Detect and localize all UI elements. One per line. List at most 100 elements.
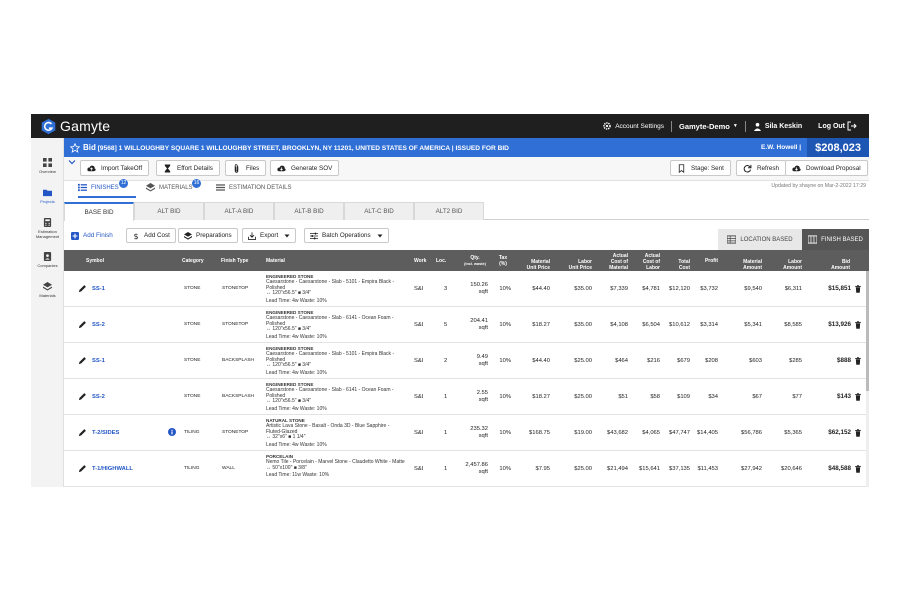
org-selector[interactable]: Gamyte-Demo	[679, 122, 730, 131]
tab-finishes[interactable]: FINISHES 12	[78, 179, 128, 192]
trash-icon[interactable]	[854, 392, 862, 401]
loc-cell: 2	[444, 357, 448, 364]
preparations-button[interactable]: Preparations	[178, 228, 238, 243]
trash-icon[interactable]	[854, 356, 862, 365]
sidebar-item-overview[interactable]: Overview	[31, 158, 64, 174]
tab-materials[interactable]: MATERIALS 16	[146, 179, 201, 192]
actual-cost-material-cell: $7,339	[610, 285, 628, 292]
qty-value: 235.32	[470, 425, 488, 432]
col-bid-amount[interactable]: Bid Amount	[820, 250, 850, 271]
finish-based-label: FINISH BASED	[821, 236, 863, 243]
symbol-link[interactable]: T-2/SIDES	[92, 430, 119, 436]
download-proposal-button[interactable]: Download Proposal	[785, 160, 868, 176]
generate-sov-button[interactable]: Generate SOV	[270, 160, 340, 176]
col-work[interactable]: Work	[414, 250, 434, 271]
sidebar-item-materials[interactable]: Materials	[31, 282, 64, 298]
symbol-cell: SS-1	[78, 343, 178, 378]
pencil-icon[interactable]	[78, 428, 87, 437]
logo[interactable]: Gamyte	[40, 118, 110, 135]
col-labor-unit-price[interactable]: Labor Unit Price	[556, 250, 592, 271]
refresh-button[interactable]: Refresh	[736, 160, 787, 176]
col-category[interactable]: Category	[182, 250, 222, 271]
symbol-link[interactable]: SS-2	[92, 322, 105, 328]
col-loc[interactable]: Loc.	[436, 250, 452, 271]
add-cost-button[interactable]: $ Add Cost	[126, 228, 176, 243]
pencil-icon[interactable]	[78, 284, 87, 293]
bid-amount-cell: $48,588	[810, 451, 862, 486]
col-tax[interactable]: Tax (%)	[493, 250, 513, 271]
pencil-icon[interactable]	[78, 320, 87, 329]
pencil-icon[interactable]	[78, 464, 87, 473]
logout-label: Log Out	[818, 122, 845, 130]
col-actual-cost-labor[interactable]: Actual Cost of Labor	[630, 250, 660, 271]
tab-estimation-details[interactable]: ESTIMATION DETAILS	[216, 183, 291, 192]
col-qty[interactable]: Qty. (incl. waste)	[460, 250, 490, 271]
batch-operations-dropdown[interactable]: Batch Operations	[304, 228, 389, 243]
col-material-amount[interactable]: Material Amount	[728, 250, 762, 271]
account-settings-link[interactable]: Account Settings	[615, 123, 664, 130]
chevron-down-icon[interactable]	[68, 158, 76, 166]
add-finish-button[interactable]: Add Finish	[66, 228, 118, 243]
table-row[interactable]: SS-1 STONE BACKSPLASH ENGINEERED STONE C…	[64, 343, 869, 379]
qty-unit: sqft	[478, 288, 488, 295]
sliders-icon	[310, 232, 318, 239]
info-icon[interactable]	[168, 428, 176, 436]
tab-alt-c-bid[interactable]: ALT-C BID	[344, 202, 414, 220]
labor-amount-cell: $77	[792, 393, 802, 400]
symbol-link[interactable]: SS-2	[92, 394, 105, 400]
files-button[interactable]: Files	[225, 160, 267, 176]
table-row[interactable]: SS-1 STONE STONETOP ENGINEERED STONE Cae…	[64, 271, 869, 307]
col-labor-amount[interactable]: Labor Amount	[770, 250, 802, 271]
work-cell: S&I	[414, 321, 424, 328]
trash-icon[interactable]	[854, 320, 862, 329]
col-finish-type[interactable]: Finish Type	[221, 250, 265, 271]
table-row[interactable]: SS-2 STONE BACKSPLASH ENGINEERED STONE C…	[64, 379, 869, 415]
calculator-icon	[43, 218, 52, 227]
table-row[interactable]: T-2/SIDES TILING STONETOP NATURAL STONE …	[64, 415, 869, 451]
tab-alt-b-bid[interactable]: ALT-B BID	[274, 202, 344, 220]
trash-icon[interactable]	[854, 428, 862, 437]
tab-alt2-bid[interactable]: ALT2 BID	[414, 202, 484, 220]
star-icon[interactable]	[70, 142, 80, 153]
bid-amount-cell: $888	[810, 343, 862, 378]
sidebar-item-companies[interactable]: Companies	[31, 252, 64, 268]
finish-based-toggle[interactable]: FINISH BASED	[802, 229, 869, 250]
gear-icon[interactable]	[602, 121, 612, 131]
col-material-unit-price[interactable]: Material Unit Price	[514, 250, 550, 271]
tab-alt-bid[interactable]: ALT BID	[134, 202, 204, 220]
col-symbol[interactable]: Symbol	[86, 250, 136, 271]
tax-cell: 10%	[499, 393, 511, 400]
chevron-down-icon[interactable]: ▼	[733, 123, 738, 129]
symbol-link[interactable]: SS-1	[92, 286, 105, 292]
pencil-icon[interactable]	[78, 356, 87, 365]
user-name[interactable]: Sila Keskin	[765, 123, 802, 130]
sidebar-item-estimation-management[interactable]: Estimation Management	[31, 218, 64, 239]
col-actual-cost-material[interactable]: Actual Cost of Material	[596, 250, 628, 271]
tab-alt-a-bid[interactable]: ALT-A BID	[204, 202, 274, 220]
qty-unit: sqft	[478, 468, 488, 475]
materials-count-badge: 16	[192, 179, 201, 188]
col-material[interactable]: Material	[266, 250, 326, 271]
lead-time: Lead Time: 4w Waste: 10%	[266, 442, 327, 449]
import-takeoff-button[interactable]: Import TakeOff	[80, 160, 150, 176]
pencil-icon[interactable]	[78, 392, 87, 401]
symbol-link[interactable]: T-1/HIGHWALL	[92, 466, 133, 472]
trash-icon[interactable]	[854, 284, 862, 293]
sidebar-item-projects[interactable]: Projects	[31, 188, 64, 204]
work-cell: S&I	[414, 357, 424, 364]
export-dropdown[interactable]: Export	[242, 228, 297, 243]
col-total-cost[interactable]: Total Cost	[664, 250, 690, 271]
tab-base-bid[interactable]: BASE BID	[64, 202, 134, 221]
effort-details-button[interactable]: Effort Details	[156, 160, 220, 176]
location-based-toggle[interactable]: LOCATION BASED	[718, 229, 802, 250]
table-row[interactable]: SS-2 STONE STONETOP ENGINEERED STONE Cae…	[64, 307, 869, 343]
qty-cell: 235.32 sqft	[456, 415, 488, 450]
table-row[interactable]: T-1/HIGHWALL TILING WALL PORCELAIN Nemo …	[64, 451, 869, 487]
total-cost-cell: $47,747	[669, 429, 690, 436]
stage-button[interactable]: Stage: Sent	[670, 160, 731, 176]
table-scrollbar-thumb[interactable]	[866, 271, 869, 391]
symbol-link[interactable]: SS-1	[92, 358, 105, 364]
trash-icon[interactable]	[854, 464, 862, 473]
col-profit[interactable]: Profit	[692, 250, 718, 271]
logout-button[interactable]: Log Out	[818, 121, 857, 131]
